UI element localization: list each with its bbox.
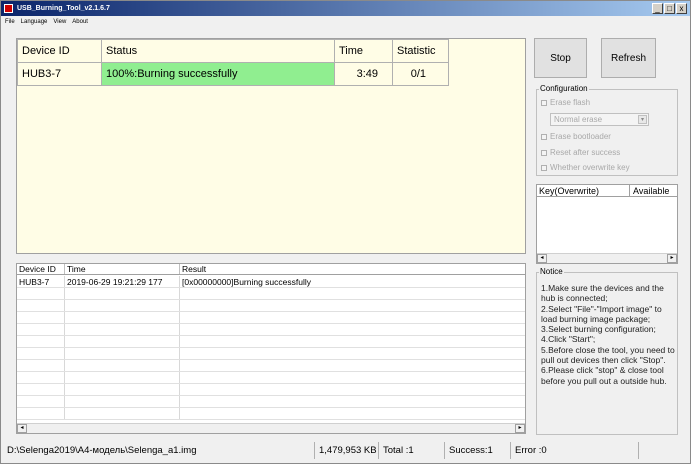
col-log-time[interactable]: Time bbox=[65, 264, 180, 274]
empty-row bbox=[17, 336, 525, 348]
log-result-cell[interactable]: [0x00000000]Burning successfully bbox=[180, 276, 525, 287]
reset-after-success-checkbox[interactable] bbox=[541, 149, 547, 156]
erase-flash-option[interactable]: Erase flash bbox=[541, 98, 590, 107]
minimize-button[interactable]: _ bbox=[652, 3, 663, 14]
notice-line: 6.Please click "stop" & close tool befor… bbox=[541, 365, 667, 386]
col-available[interactable]: Available bbox=[630, 185, 677, 196]
app-icon[interactable] bbox=[4, 4, 13, 13]
notice-text: 1.Make sure the devices and the hub is c… bbox=[541, 283, 677, 386]
log-grid[interactable]: Device ID Time Result HUB3-7 2019-06-29 … bbox=[16, 263, 526, 434]
log-time-cell[interactable]: 2019-06-29 19:21:29 177 bbox=[65, 276, 180, 287]
log-grid-header: Device ID Time Result bbox=[17, 264, 525, 275]
col-status[interactable]: Status bbox=[101, 39, 335, 63]
empty-row bbox=[17, 360, 525, 372]
error-count: Error :0 bbox=[513, 442, 639, 459]
image-size: 1,479,953 KB bbox=[317, 442, 379, 459]
erase-mode-value: Normal erase bbox=[554, 115, 603, 124]
menu-bar: File Language View About bbox=[1, 16, 690, 29]
notice-line: 1.Make sure the devices and the hub is c… bbox=[541, 283, 664, 304]
key-list-scrollbar[interactable]: ◂ ▸ bbox=[537, 253, 677, 263]
menu-file[interactable]: File bbox=[5, 16, 15, 29]
scroll-right-icon[interactable]: ▸ bbox=[515, 424, 525, 433]
title-bar: USB_Burning_Tool_v2.1.6.7 _ □ x bbox=[1, 1, 690, 16]
maximize-button[interactable]: □ bbox=[664, 3, 675, 14]
key-list-header: Key(Overwrite) Available bbox=[537, 185, 677, 197]
table-row[interactable]: HUB3-7 2019-06-29 19:21:29 177 [0x000000… bbox=[17, 276, 525, 288]
menu-about[interactable]: About bbox=[72, 16, 88, 29]
table-row[interactable]: HUB3-7 100%:Burning successfully 3:49 0/… bbox=[17, 62, 449, 86]
erase-flash-label: Erase flash bbox=[550, 98, 591, 107]
configuration-title: Configuration bbox=[539, 84, 589, 93]
total-count: Total :1 bbox=[381, 442, 445, 459]
overwrite-key-option[interactable]: Whether overwrite key bbox=[541, 163, 630, 172]
col-key-overwrite[interactable]: Key(Overwrite) bbox=[537, 185, 630, 196]
col-log-device-id[interactable]: Device ID bbox=[17, 264, 65, 274]
reset-after-success-label: Reset after success bbox=[550, 148, 621, 157]
configuration-group: Configuration Erase flash Normal erase ▾… bbox=[536, 84, 678, 176]
notice-line: 2.Select "File"-"Import image" to load b… bbox=[541, 303, 662, 324]
statistic-cell[interactable]: 0/1 bbox=[392, 62, 449, 86]
device-grid: Device ID Status Time Statistic HUB3-7 1… bbox=[17, 39, 449, 86]
empty-row bbox=[17, 408, 525, 420]
scroll-left-icon[interactable]: ◂ bbox=[537, 254, 547, 263]
col-statistic[interactable]: Statistic bbox=[392, 39, 449, 63]
refresh-button[interactable]: Refresh bbox=[601, 38, 656, 78]
main-window: USB_Burning_Tool_v2.1.6.7 _ □ x File Lan… bbox=[0, 0, 691, 464]
status-bar: D:\Selenga2019\A4-модель\Selenga_a1.img … bbox=[1, 442, 690, 463]
erase-flash-checkbox[interactable] bbox=[541, 99, 547, 106]
empty-row bbox=[17, 348, 525, 360]
notice-group: Notice 1.Make sure the devices and the h… bbox=[536, 267, 678, 435]
empty-row bbox=[17, 312, 525, 324]
erase-bootloader-checkbox[interactable] bbox=[541, 133, 547, 140]
device-grid-header: Device ID Status Time Statistic bbox=[17, 39, 449, 63]
empty-row bbox=[17, 300, 525, 312]
overwrite-key-checkbox[interactable] bbox=[541, 164, 547, 171]
device-grid-panel: Device ID Status Time Statistic HUB3-7 1… bbox=[16, 38, 526, 254]
log-grid-scrollbar[interactable]: ◂ ▸ bbox=[17, 423, 525, 433]
empty-row bbox=[17, 372, 525, 384]
stop-button[interactable]: Stop bbox=[534, 38, 587, 78]
col-log-result[interactable]: Result bbox=[180, 264, 525, 274]
empty-row bbox=[17, 324, 525, 336]
log-device-id-cell[interactable]: HUB3-7 bbox=[17, 276, 65, 287]
success-count: Success:1 bbox=[447, 442, 511, 459]
window-title: USB_Burning_Tool_v2.1.6.7 bbox=[17, 5, 110, 12]
empty-row bbox=[17, 384, 525, 396]
erase-bootloader-label: Erase bootloader bbox=[550, 132, 611, 141]
window-controls: _ □ x bbox=[652, 3, 687, 14]
notice-line: 5.Before close the tool, you need to pul… bbox=[541, 344, 675, 366]
time-cell[interactable]: 3:49 bbox=[334, 62, 393, 86]
overwrite-key-label: Whether overwrite key bbox=[550, 163, 630, 172]
close-button[interactable]: x bbox=[676, 3, 687, 14]
notice-line: 4.Click "Start"; bbox=[541, 334, 596, 345]
notice-title: Notice bbox=[539, 267, 564, 276]
scroll-left-icon[interactable]: ◂ bbox=[17, 424, 27, 433]
empty-row bbox=[17, 396, 525, 408]
notice-line: 3.Select burning configuration; bbox=[541, 324, 656, 335]
erase-bootloader-option[interactable]: Erase bootloader bbox=[541, 132, 611, 141]
col-time[interactable]: Time bbox=[334, 39, 393, 63]
status-cell[interactable]: 100%:Burning successfully bbox=[101, 62, 335, 86]
menu-language[interactable]: Language bbox=[21, 16, 48, 29]
menu-view[interactable]: View bbox=[53, 16, 66, 29]
scroll-right-icon[interactable]: ▸ bbox=[667, 254, 677, 263]
device-id-cell[interactable]: HUB3-7 bbox=[17, 62, 102, 86]
key-list[interactable]: Key(Overwrite) Available ◂ ▸ bbox=[536, 184, 678, 264]
chevron-down-icon[interactable]: ▾ bbox=[638, 115, 647, 124]
image-path: D:\Selenga2019\A4-модель\Selenga_a1.img bbox=[5, 442, 315, 459]
erase-mode-select[interactable]: Normal erase ▾ bbox=[550, 113, 649, 126]
empty-row bbox=[17, 288, 525, 300]
col-device-id[interactable]: Device ID bbox=[17, 39, 102, 63]
reset-after-success-option[interactable]: Reset after success bbox=[541, 148, 620, 157]
